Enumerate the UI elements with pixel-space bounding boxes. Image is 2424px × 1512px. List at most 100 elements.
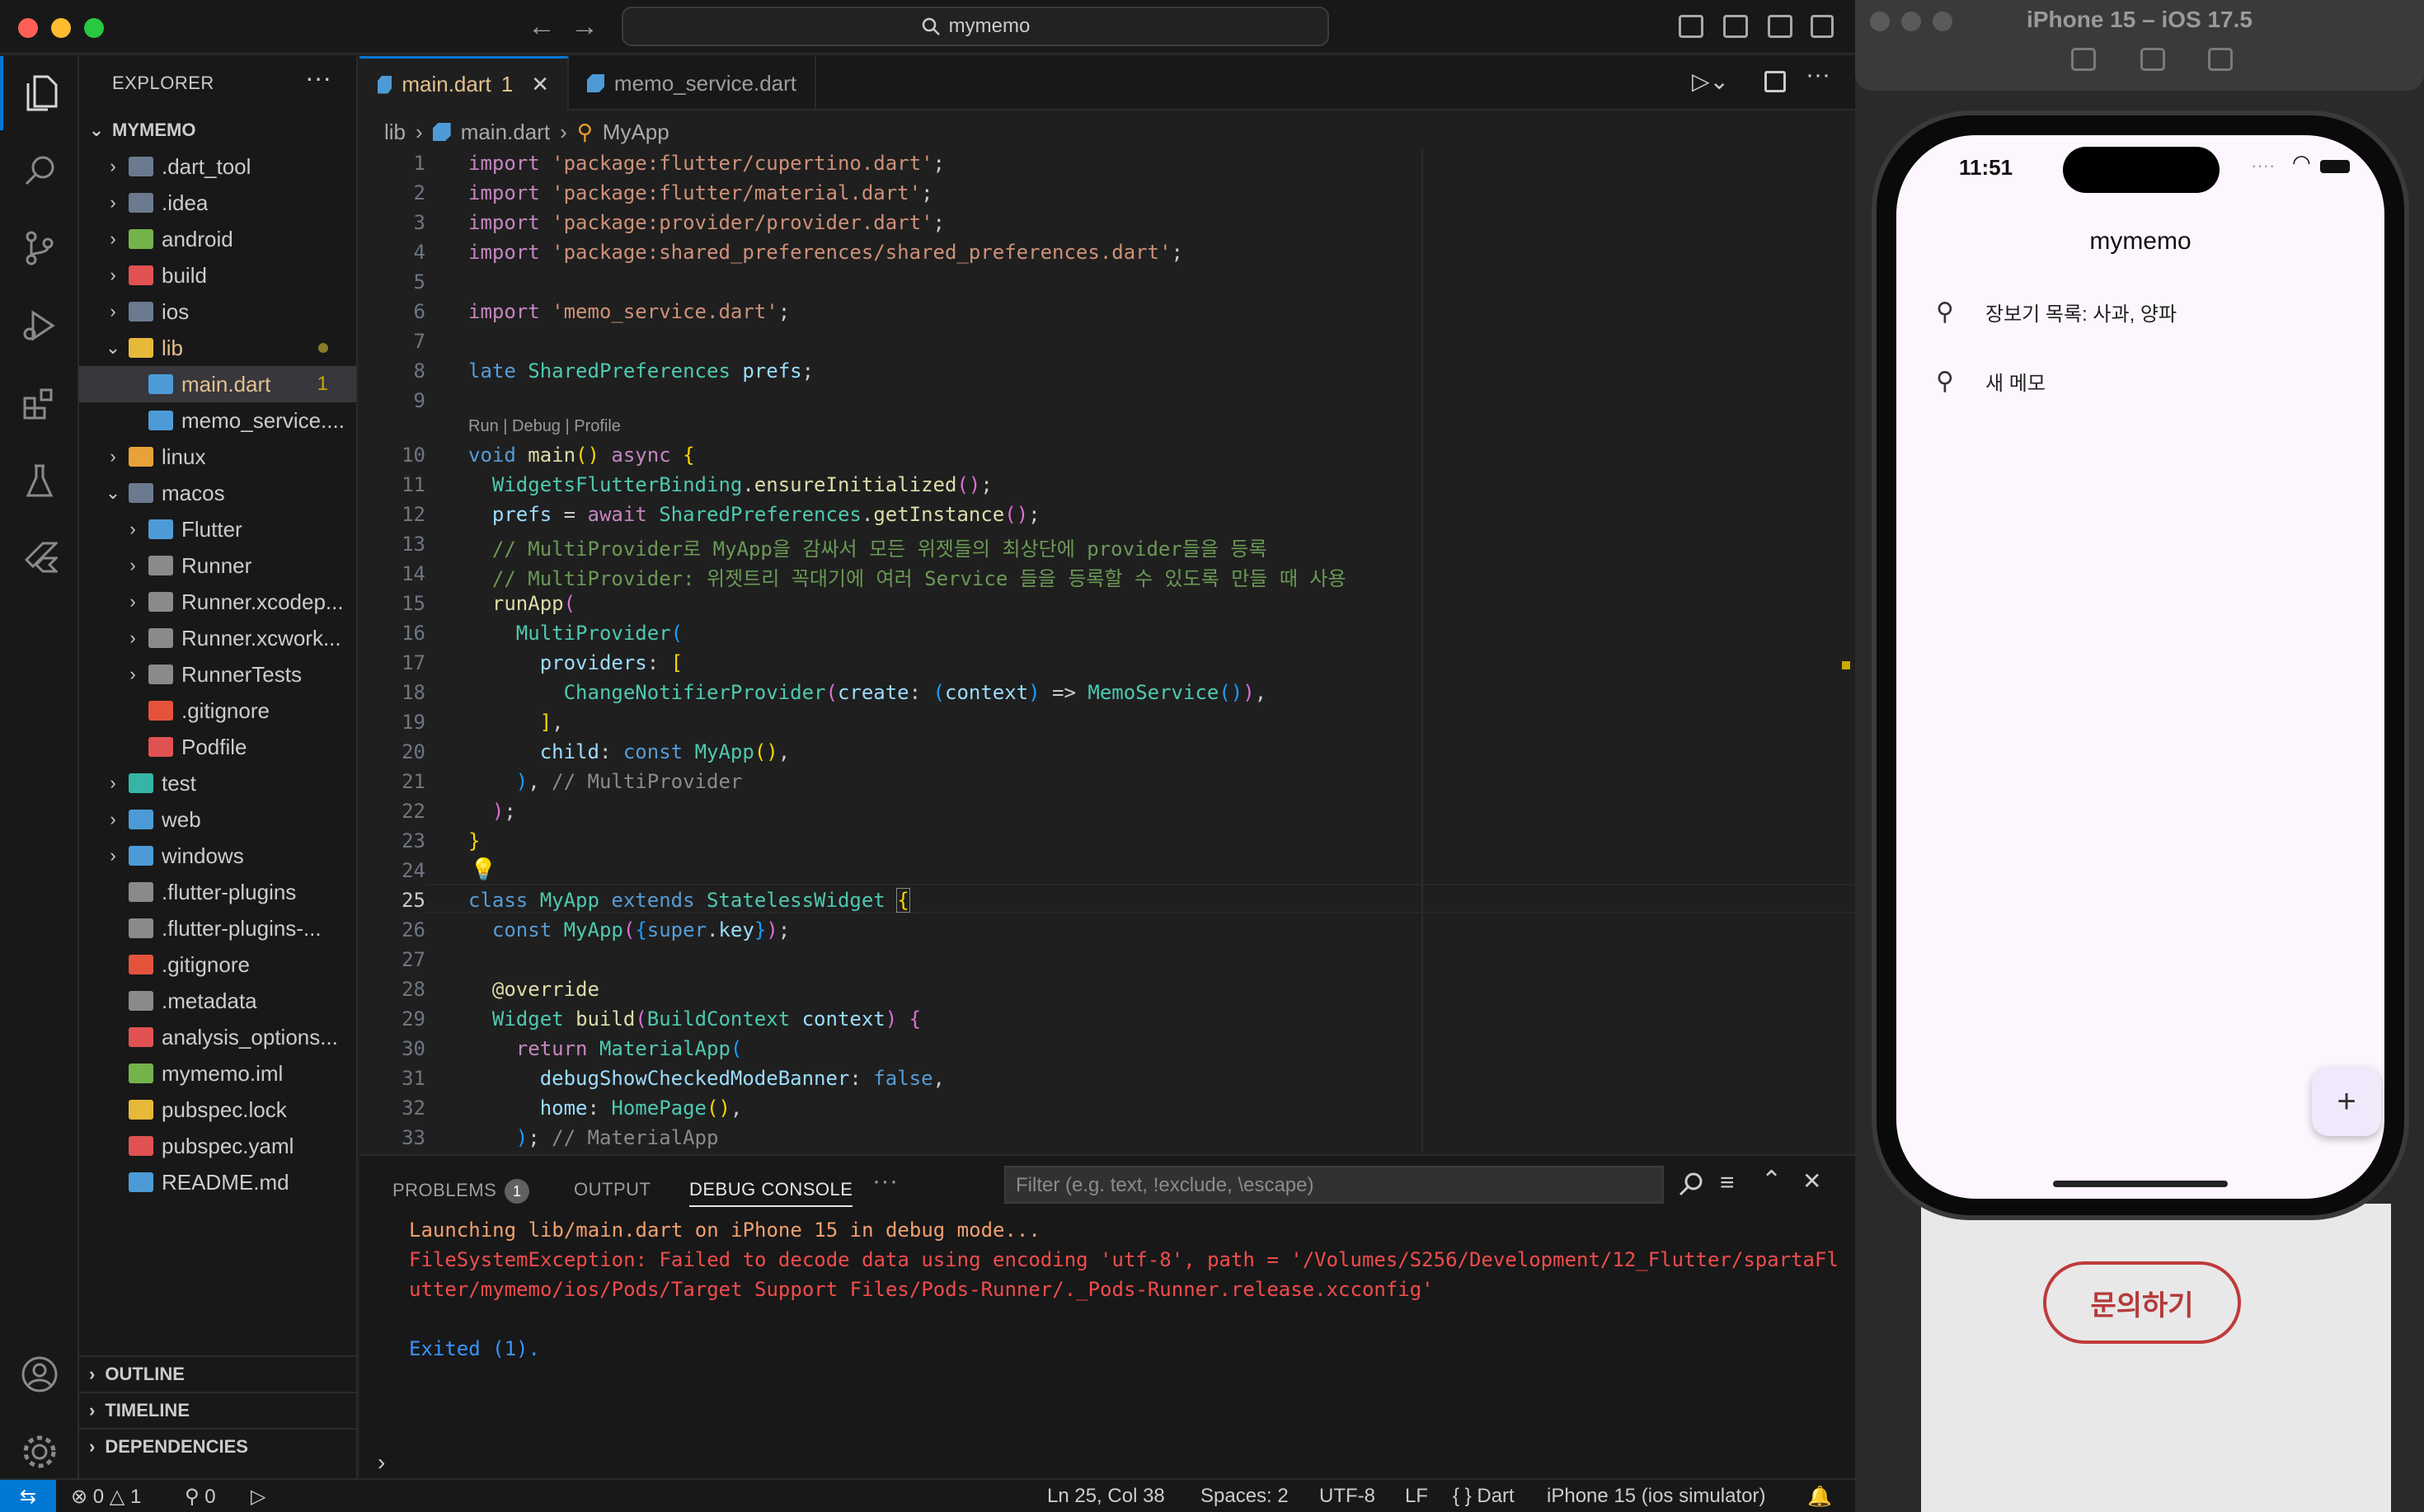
code-editor[interactable]: 1 import 'package:flutter/cupertino.dart… [359, 148, 1855, 1153]
file-tree-item[interactable]: .flutter-plugins [79, 874, 356, 910]
file-tree-item[interactable]: › android [79, 221, 356, 257]
tab-memo-service[interactable]: memo_service.dart [569, 56, 816, 110]
console-prompt-chevron-icon[interactable]: › [378, 1449, 385, 1476]
screenshot-icon[interactable] [2140, 48, 2165, 71]
file-tree-label: .metadata [162, 988, 257, 1013]
file-tree-item[interactable]: › windows [79, 838, 356, 874]
dependencies-section[interactable]: › DEPENDENCIES [79, 1428, 356, 1464]
back-arrow-icon[interactable]: ← [528, 10, 556, 43]
file-tree-item[interactable]: › web [79, 801, 356, 838]
customize-layout-icon[interactable] [1811, 15, 1834, 38]
close-icon[interactable]: ✕ [531, 72, 549, 97]
forward-arrow-icon[interactable]: → [571, 10, 599, 43]
breadcrumb-file[interactable]: main.dart [461, 120, 550, 145]
toggle-panel-icon[interactable] [1723, 15, 1748, 38]
encoding[interactable]: UTF-8 [1319, 1485, 1375, 1508]
memo-list-item[interactable]: ⚲ 장보기 목록: 사과, 양파 [1896, 279, 2384, 345]
wifi-icon: ◠ [2292, 150, 2311, 175]
problems-status[interactable]: ⊗ 0 △ 1 [71, 1485, 141, 1509]
home-icon[interactable] [2071, 48, 2096, 71]
tab-main-dart[interactable]: main.dart 1 ✕ [359, 56, 569, 110]
toggle-primary-sidebar-icon[interactable] [1679, 15, 1703, 38]
run-debug-icon[interactable] [0, 289, 79, 363]
more-actions-icon[interactable]: ··· [1806, 61, 1830, 89]
account-icon[interactable] [0, 1337, 79, 1411]
file-tree-item[interactable]: pubspec.yaml [79, 1128, 356, 1164]
debug-status-icon[interactable]: ▷ [251, 1485, 265, 1509]
file-tree-item[interactable]: › .dart_tool [79, 148, 356, 185]
file-tree-item[interactable]: › test [79, 765, 356, 801]
close-window-button[interactable] [18, 18, 38, 38]
line-number: 22 [402, 800, 425, 823]
file-tree-item[interactable]: .gitignore [79, 693, 356, 729]
maximize-panel-icon[interactable]: ⌃ [1761, 1166, 1782, 1195]
code-lens[interactable]: Run | Debug | Profile [468, 417, 621, 436]
lightbulb-icon[interactable]: 💡 [470, 857, 496, 882]
split-editor-icon[interactable] [1764, 71, 1786, 92]
testing-icon[interactable] [0, 444, 79, 518]
file-tree-item[interactable]: .gitignore [79, 946, 356, 983]
inquiry-button[interactable]: 문의하기 [2043, 1261, 2241, 1344]
source-control-icon[interactable] [0, 211, 79, 285]
more-actions-icon[interactable]: ··· [872, 1167, 898, 1195]
minimize-window-button[interactable] [51, 18, 71, 38]
pin-icon[interactable]: ⚲ [1933, 298, 1957, 326]
file-tree-item[interactable]: › Flutter [79, 511, 356, 547]
file-tree-item[interactable]: README.md [79, 1164, 356, 1200]
search-icon[interactable] [0, 134, 79, 208]
file-tree-item[interactable]: › RunnerTests [79, 656, 356, 693]
outline-section[interactable]: › OUTLINE [79, 1355, 356, 1392]
tab-output[interactable]: OUTPUT [574, 1179, 651, 1200]
file-tree-item[interactable]: › .idea [79, 185, 356, 221]
notifications-bell-icon[interactable]: 🔔 [1807, 1485, 1832, 1509]
cursor-position[interactable]: Ln 25, Col 38 [1047, 1485, 1165, 1508]
file-tree-item[interactable]: ⌄ lib [79, 330, 356, 366]
breadcrumb-folder[interactable]: lib [384, 120, 406, 145]
file-tree-item[interactable]: › ios [79, 293, 356, 330]
file-tree-item[interactable]: › Runner [79, 547, 356, 584]
file-tree-item[interactable]: › Runner.xcodep... [79, 584, 356, 620]
close-panel-icon[interactable]: ✕ [1802, 1167, 1821, 1195]
workspace-root[interactable]: ⌄ MYMEMO [79, 112, 356, 148]
tab-problem-badge: 1 [500, 72, 514, 96]
maximize-window-button[interactable] [84, 18, 104, 38]
error-count: 0 [92, 1486, 105, 1508]
file-tree-item[interactable]: mymemo.iml [79, 1055, 356, 1092]
file-tree-item[interactable]: .flutter-plugins-... [79, 910, 356, 946]
rotate-icon[interactable] [2208, 48, 2233, 71]
file-tree-item[interactable]: › Runner.xcwork... [79, 620, 356, 656]
more-actions-icon[interactable]: ··· [305, 63, 331, 93]
device-selector[interactable]: iPhone 15 (ios simulator) [1547, 1485, 1765, 1508]
line-number: 5 [413, 270, 425, 293]
timeline-section[interactable]: › TIMELINE [79, 1392, 356, 1428]
command-center-search[interactable]: mymemo [622, 7, 1329, 46]
console-filter-input[interactable]: Filter (e.g. text, !exclude, \escape) [1004, 1166, 1664, 1204]
memo-list-item[interactable]: ⚲ 새 메모 [1896, 348, 2384, 414]
explorer-icon[interactable] [0, 56, 79, 130]
file-tree-item[interactable]: ⌄ macos [79, 475, 356, 511]
breadcrumb-symbol[interactable]: MyApp [603, 120, 669, 145]
add-memo-fab[interactable]: + [2312, 1067, 2381, 1136]
ports-status[interactable]: ⚲ 0 [185, 1485, 216, 1509]
clear-console-icon[interactable]: ≡ [1720, 1169, 1735, 1197]
remote-indicator-icon[interactable]: ⇆ [0, 1480, 56, 1512]
run-menu-icon[interactable]: ▷⌄ [1692, 68, 1729, 95]
file-tree-item[interactable]: › linux [79, 439, 356, 475]
file-tree-item[interactable]: memo_service.... [79, 402, 356, 439]
end-of-line[interactable]: LF [1405, 1485, 1428, 1508]
toggle-secondary-sidebar-icon[interactable] [1768, 15, 1792, 38]
file-tree-item[interactable]: pubspec.lock [79, 1092, 356, 1128]
pin-icon[interactable]: ⚲ [1933, 367, 1957, 396]
file-tree-item[interactable]: Podfile [79, 729, 356, 765]
tab-debug-console[interactable]: DEBUG CONSOLE [689, 1179, 853, 1207]
file-tree-item[interactable]: main.dart 1 [79, 366, 356, 402]
flutter-icon[interactable] [0, 521, 79, 595]
file-tree-item[interactable]: analysis_options... [79, 1019, 356, 1055]
indentation[interactable]: Spaces: 2 [1200, 1485, 1289, 1508]
tab-problems[interactable]: PROBLEMS 1 [392, 1179, 530, 1204]
file-tree-item[interactable]: › build [79, 257, 356, 293]
language-mode[interactable]: { } Dart [1453, 1485, 1515, 1508]
search-icon[interactable] [1677, 1171, 1705, 1203]
extensions-icon[interactable] [0, 366, 79, 440]
file-tree-item[interactable]: .metadata [79, 983, 356, 1019]
